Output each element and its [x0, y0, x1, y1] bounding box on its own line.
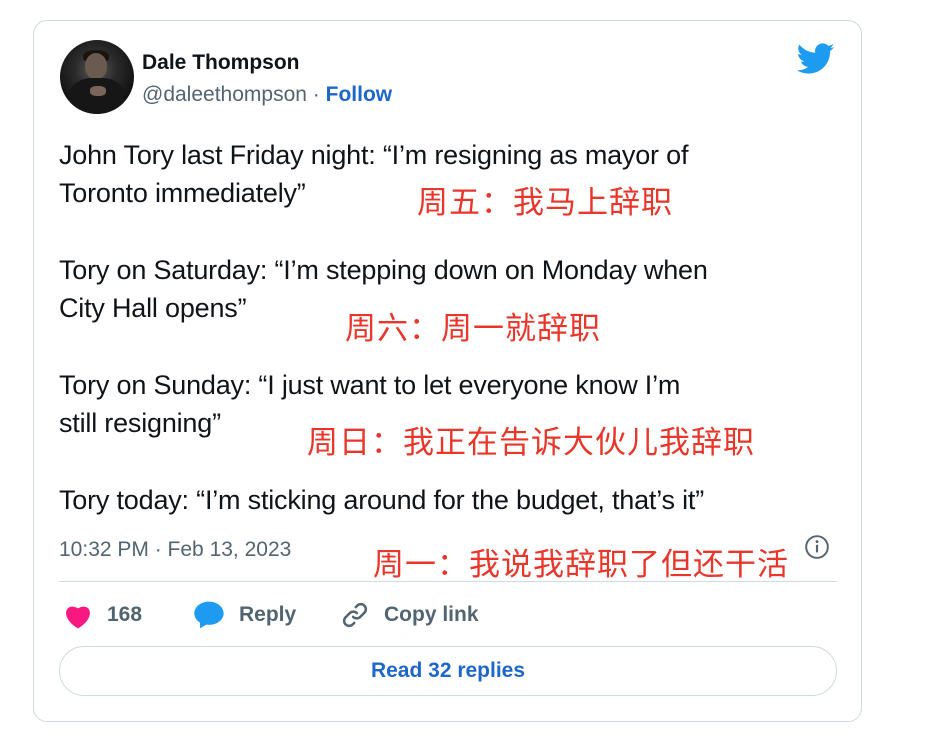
link-icon [342, 602, 368, 628]
like-count: 168 [107, 603, 143, 626]
tweet-text-line-6: still resigning” [59, 408, 221, 438]
tweet-timestamp[interactable]: 10:32 PM · Feb 13, 2023 [59, 538, 291, 562]
handle-separator: · [312, 83, 320, 106]
copy-link-button[interactable]: Copy link [340, 600, 479, 630]
read-replies-button[interactable]: Read 32 replies [59, 646, 837, 696]
reply-bubble-icon [194, 601, 224, 629]
reply-label: Reply [239, 603, 297, 626]
tweet-text-line-1: John Tory last Friday night: “I’m resign… [59, 140, 689, 170]
tweet-text-line-5: Tory on Sunday: “I just want to let ever… [59, 370, 681, 400]
annotation-saturday: 周六：周一就辞职 [345, 311, 601, 347]
author-name[interactable]: Dale Thompson [142, 51, 300, 75]
copy-link-label: Copy link [384, 603, 479, 626]
tweet-text-line-7: Tory today: “I’m sticking around for the… [59, 485, 705, 515]
tweet-text-line-2: Toronto immediately” [59, 178, 306, 208]
info-icon[interactable] [804, 534, 830, 560]
tweet-text-line-4: City Hall opens” [59, 293, 247, 323]
follow-button[interactable]: Follow [326, 83, 393, 106]
twitter-bird-icon[interactable] [797, 43, 835, 75]
tweet-text-line-3: Tory on Saturday: “I’m stepping down on … [59, 255, 708, 285]
divider [59, 581, 837, 582]
annotation-monday: 周一：我说我辞职了但还干活 [373, 547, 789, 583]
annotation-friday: 周五：我马上辞职 [417, 185, 673, 221]
like-button[interactable]: 168 [63, 600, 142, 630]
author-handle[interactable]: @daleethompson [142, 83, 307, 106]
author-handle-line: @daleethompson · Follow [142, 83, 392, 107]
avatar[interactable] [60, 40, 134, 114]
annotation-sunday: 周日：我正在告诉大伙儿我辞职 [307, 425, 755, 461]
heart-icon [66, 606, 90, 629]
reply-button[interactable]: Reply [193, 600, 296, 630]
